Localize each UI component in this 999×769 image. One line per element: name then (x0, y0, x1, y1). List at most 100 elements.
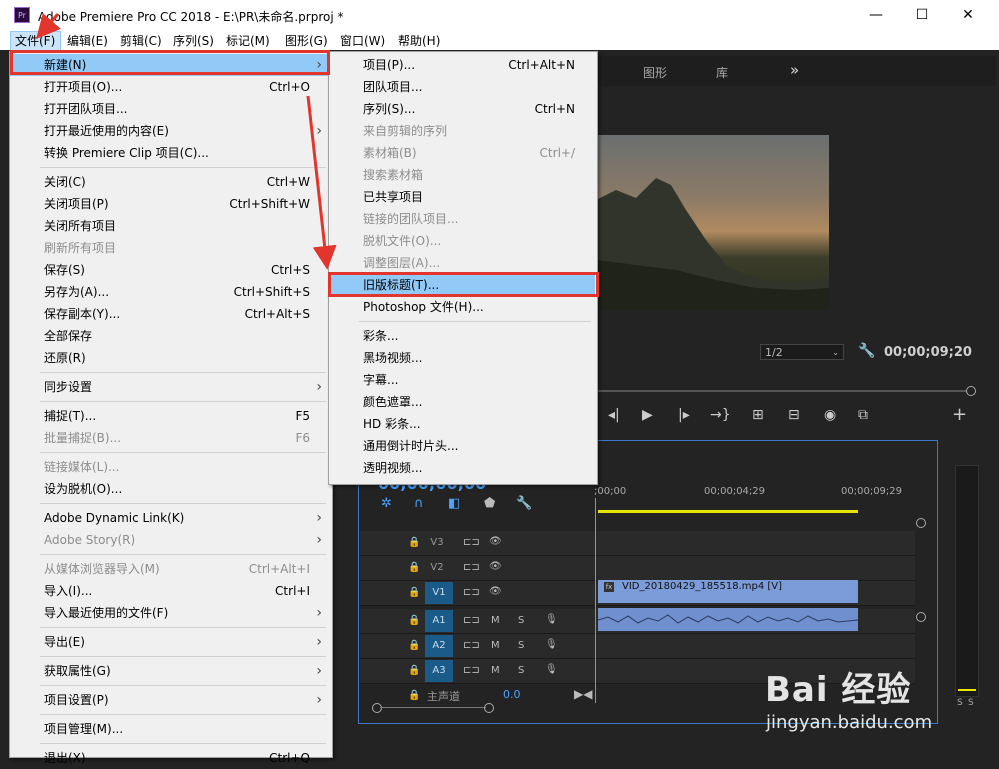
menu-item[interactable]: 关闭(C) Ctrl+W (10, 171, 330, 193)
video-clip[interactable]: fx VID_20180429_185518.mp4 [V] (598, 580, 858, 603)
maximize-button[interactable]: ☐ (899, 0, 945, 30)
menu-item[interactable]: 导出(E) › (10, 631, 330, 653)
menu-item[interactable]: 字幕... (329, 369, 595, 391)
menu-clip[interactable]: 剪辑(C) (120, 32, 162, 49)
tab-libraries[interactable]: 库 (716, 64, 728, 81)
eye-icon[interactable]: 👁 (489, 586, 502, 597)
play-icon[interactable]: ▶ (642, 407, 653, 423)
mute-button[interactable]: M (491, 615, 500, 626)
timeline-settings-wrench-icon[interactable]: 🔧 (516, 496, 532, 511)
microphone-icon[interactable]: 🎙 (545, 639, 558, 650)
sync-lock-icon[interactable]: ⊏⊐ (463, 537, 480, 548)
vertical-scroll-handle[interactable] (916, 518, 926, 528)
vertical-scroll-handle[interactable] (916, 612, 926, 622)
menu-edit[interactable]: 编辑(E) (67, 32, 108, 49)
eye-icon[interactable]: 👁 (489, 561, 502, 572)
solo-button[interactable]: S (518, 665, 524, 676)
solo-left-button[interactable]: S (957, 698, 963, 708)
menu-item[interactable]: 打开团队项目... (10, 98, 330, 120)
zoom-handle-left[interactable] (372, 703, 382, 713)
resolution-dropdown[interactable]: 1/2 ⌄ (760, 344, 844, 360)
sync-lock-icon[interactable]: ⊏⊐ (463, 562, 480, 573)
menu-item[interactable]: 打开项目(O)... Ctrl+O (10, 76, 330, 98)
step-forward-icon[interactable]: |▸ (678, 407, 690, 423)
sync-lock-icon[interactable]: ⊏⊐ (463, 615, 480, 626)
extract-icon[interactable]: ⊟ (788, 407, 800, 423)
master-volume-value[interactable]: 0.0 (503, 688, 521, 701)
menu-item[interactable]: 导入最近使用的文件(F) › (10, 602, 330, 624)
menu-item[interactable]: 颜色遮罩... (329, 391, 595, 413)
snap-icon[interactable]: ✲ (381, 496, 392, 511)
track-v3[interactable]: V3 (425, 532, 449, 554)
menu-item[interactable]: 获取属性(G) › (10, 660, 330, 682)
menu-item[interactable]: HD 彩条... (329, 413, 595, 435)
menu-item[interactable]: 关闭项目(P) Ctrl+Shift+W (10, 193, 330, 215)
compare-icon[interactable]: ⧉ (858, 407, 868, 423)
menu-item[interactable]: 设为脱机(O)... (10, 478, 330, 500)
menu-item[interactable]: 捕捉(T)... F5 (10, 405, 330, 427)
sync-lock-icon[interactable]: ⊏⊐ (463, 665, 480, 676)
menu-item[interactable]: 保存(S) Ctrl+S (10, 259, 330, 281)
menu-item[interactable]: 打开最近使用的内容(E) › (10, 120, 330, 142)
menu-item[interactable]: Photoshop 文件(H)... (329, 296, 595, 318)
track-a3[interactable]: A3 (425, 660, 453, 682)
menu-item[interactable]: 团队项目... (329, 76, 595, 98)
audio-clip[interactable] (597, 608, 859, 631)
panel-overflow-button[interactable]: » (790, 61, 799, 79)
menu-item[interactable]: 全部保存 (10, 325, 330, 347)
menu-item[interactable]: 黑场视频... (329, 347, 595, 369)
lock-icon[interactable]: 🔒 (408, 640, 420, 651)
lift-icon[interactable]: ⊞ (752, 407, 764, 423)
zoom-handle-right[interactable] (484, 703, 494, 713)
menu-item[interactable]: 项目(P)... Ctrl+Alt+N (329, 54, 595, 76)
lock-icon[interactable]: 🔒 (408, 665, 420, 676)
menu-item[interactable]: 项目设置(P) › (10, 689, 330, 711)
menu-item[interactable]: 导入(I)... Ctrl+I (10, 580, 330, 602)
menu-item[interactable]: 透明视频... (329, 457, 595, 479)
menu-marker[interactable]: 标记(M) (226, 32, 270, 49)
menu-graphics[interactable]: 图形(G) (285, 32, 328, 49)
menu-item[interactable]: 退出(X) Ctrl+Q (10, 747, 330, 769)
solo-right-button[interactable]: S (968, 698, 974, 708)
go-to-out-icon[interactable]: →} (710, 407, 731, 423)
menu-help[interactable]: 帮助(H) (398, 32, 440, 49)
menu-sequence[interactable]: 序列(S) (173, 32, 214, 49)
microphone-icon[interactable]: 🎙 (545, 664, 558, 675)
wrench-icon[interactable]: 🔧 (858, 343, 875, 359)
playhead[interactable] (595, 498, 596, 703)
eye-icon[interactable]: 👁 (489, 536, 502, 547)
magnet-icon[interactable]: ∩ (414, 496, 424, 511)
scrub-handle[interactable] (966, 386, 976, 396)
microphone-icon[interactable]: 🎙 (545, 614, 558, 625)
menu-item[interactable]: 保存副本(Y)... Ctrl+Alt+S (10, 303, 330, 325)
work-area-bar[interactable] (598, 510, 858, 513)
track-v1[interactable]: V1 (425, 582, 453, 604)
solo-button[interactable]: S (518, 615, 524, 626)
scrub-bar[interactable] (596, 390, 972, 392)
tab-graphics[interactable]: 图形 (643, 64, 667, 81)
menu-item[interactable]: 同步设置 › (10, 376, 330, 398)
lock-icon[interactable]: 🔒 (408, 615, 420, 626)
close-button[interactable]: ✕ (945, 0, 991, 30)
mute-button[interactable]: M (491, 665, 500, 676)
sync-lock-icon[interactable]: ⊏⊐ (463, 640, 480, 651)
sync-lock-icon[interactable]: ⊏⊐ (463, 587, 480, 598)
zoom-scroll-bar[interactable] (380, 707, 486, 708)
solo-button[interactable]: S (518, 640, 524, 651)
lock-icon[interactable]: 🔒 (408, 537, 420, 548)
track-a2[interactable]: A2 (425, 635, 453, 657)
track-v2[interactable]: V2 (425, 557, 449, 579)
mute-button[interactable]: M (491, 640, 500, 651)
menu-item[interactable]: 关闭所有项目 (10, 215, 330, 237)
menu-item[interactable]: 彩条... (329, 325, 595, 347)
add-marker-icon[interactable]: ⬟ (484, 496, 495, 511)
camera-icon[interactable]: ◉ (824, 407, 836, 423)
menu-window[interactable]: 窗口(W) (340, 32, 385, 49)
menu-item[interactable]: 通用倒计时片头... (329, 435, 595, 457)
lock-icon[interactable]: 🔒 (408, 587, 420, 598)
menu-item[interactable]: 项目管理(M)... (10, 718, 330, 740)
linked-selection-icon[interactable]: ◧ (448, 496, 460, 511)
menu-item[interactable]: Adobe Dynamic Link(K) › (10, 507, 330, 529)
add-button[interactable]: + (952, 404, 967, 425)
go-to-end-icon[interactable]: ▶◀ (574, 687, 592, 701)
